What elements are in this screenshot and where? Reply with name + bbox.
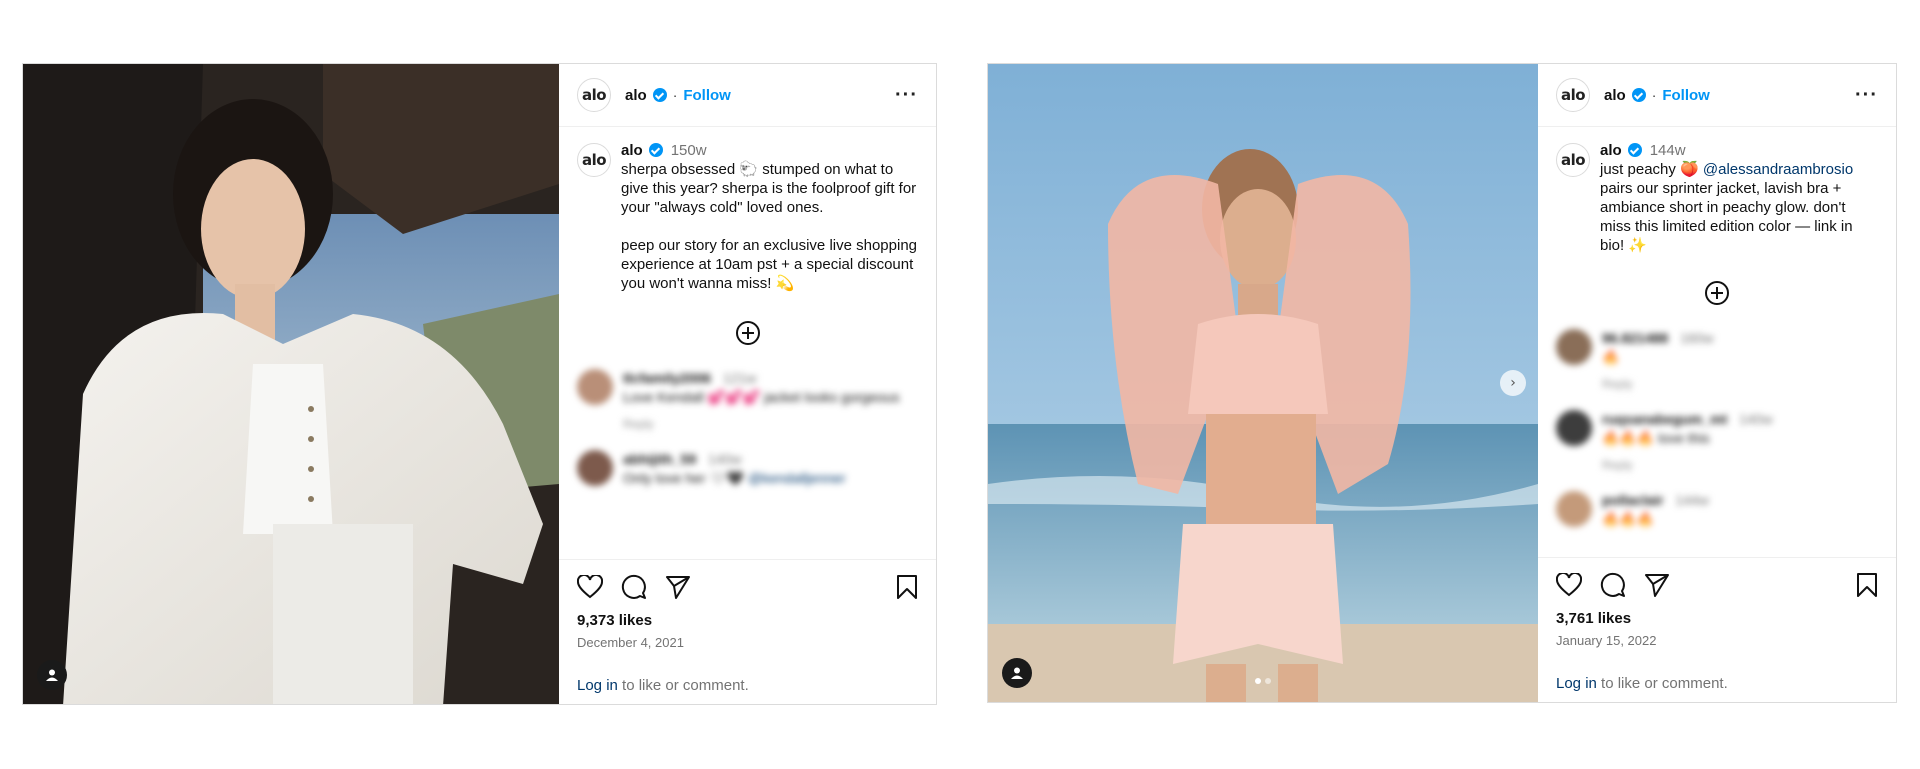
caption-age: 144w (1649, 142, 1686, 159)
caption-avatar[interactable]: alo (577, 143, 611, 177)
carousel-dot (1265, 678, 1271, 684)
follow-button[interactable]: Follow (1662, 87, 1710, 104)
caption: alo alo 150w sherpa obsessed 🐑 stumped on… (577, 141, 918, 293)
verified-badge-icon (1631, 88, 1646, 102)
caption-username[interactable]: alo (621, 142, 643, 159)
likes-count[interactable]: 3,761 likes (1556, 610, 1878, 627)
post-date[interactable]: December 4, 2021 (577, 635, 918, 650)
login-link[interactable]: Log in (1556, 675, 1597, 692)
login-prompt: Log in to like or comment. (577, 677, 749, 694)
instagram-post-2: › alo alo · Follow ··· alo alo 144w just … (987, 63, 1897, 703)
share-icon[interactable] (665, 575, 691, 599)
more-options-icon[interactable]: ··· (1855, 84, 1878, 107)
login-link[interactable]: Log in (577, 677, 618, 694)
post-sidebar: alo alo · Follow ··· alo alo 150w sherpa … (559, 64, 936, 704)
comments-area[interactable]: alo alo 144w just peachy 🍑 @alessandraamb… (1538, 127, 1896, 557)
photo-woman-white-sherpa-jacket (23, 64, 559, 704)
caption-age: 150w (670, 142, 707, 159)
load-more-comments-icon[interactable] (1556, 281, 1878, 305)
caption-text-2: peep our story for an exclusive live sho… (621, 237, 918, 292)
commenter-avatar[interactable] (577, 450, 613, 486)
verified-badge-icon (1627, 143, 1642, 157)
caption-username[interactable]: alo (1600, 142, 1622, 159)
more-options-icon[interactable]: ··· (895, 84, 918, 107)
comment-text: 🔥🔥🔥 love this (1602, 430, 1710, 446)
comment-age: 140w (708, 451, 742, 467)
post-header: alo alo · Follow ··· (1538, 64, 1896, 127)
separator-dot: · (1651, 87, 1657, 103)
reply-button[interactable]: Reply (1602, 456, 1773, 475)
account-name[interactable]: alo (1604, 87, 1626, 104)
verified-badge-icon (652, 88, 667, 102)
caption-text-prefix: just peachy 🍑 (1600, 161, 1703, 178)
carousel-dot (1255, 678, 1261, 684)
verified-badge-icon (648, 143, 663, 157)
comment-icon[interactable] (1600, 572, 1626, 598)
caption: alo alo 144w just peachy 🍑 @alessandraamb… (1556, 141, 1878, 255)
share-icon[interactable] (1644, 573, 1670, 597)
comment-item: 96.821488 160w 🔥 Reply (1556, 329, 1878, 394)
next-image-chevron-icon[interactable]: › (1500, 370, 1526, 396)
commenter-username[interactable]: tlcfamily2006 (623, 370, 711, 386)
post-date[interactable]: January 15, 2022 (1556, 633, 1878, 648)
commenter-avatar[interactable] (1556, 329, 1592, 365)
avatar[interactable]: alo (1556, 78, 1590, 112)
login-prompt: Log in to like or comment. (1556, 675, 1728, 692)
caption-mention[interactable]: @alessandraambrosio (1703, 161, 1853, 178)
comment-mention[interactable]: @kendalljenner (748, 470, 846, 486)
carousel-dots (1255, 678, 1271, 684)
save-bookmark-icon[interactable] (896, 574, 918, 600)
comment-text: 🔥🔥🔥 (1602, 511, 1655, 527)
caption-avatar[interactable]: alo (1556, 143, 1590, 177)
reply-button[interactable]: Reply (623, 415, 899, 434)
follow-button[interactable]: Follow (683, 87, 731, 104)
likes-count[interactable]: 9,373 likes (577, 612, 918, 629)
comment-item: abhijith_59 140w Only love her 🤍🖤 @kenda… (577, 450, 918, 488)
commenter-username[interactable]: ruqsanabegum_mt (1602, 411, 1727, 427)
photo-woman-peach-outfit-beach (988, 64, 1538, 702)
caption-text-rest: pairs our sprinter jacket, lavish bra + … (1600, 180, 1853, 254)
post-image[interactable] (23, 64, 559, 704)
commenter-avatar[interactable] (1556, 491, 1592, 527)
commenter-username[interactable]: pollaclair (1602, 492, 1663, 508)
comment-age: 160w (1680, 330, 1714, 346)
comment-age: 121w (722, 370, 757, 386)
tagged-user-icon[interactable] (1002, 658, 1032, 688)
comment-icon[interactable] (621, 574, 647, 600)
post-image[interactable]: › (988, 64, 1538, 702)
comment-text: Love Kendall 💕💕💕 jacket looks gorgeous (623, 389, 900, 405)
instagram-post-1: alo alo · Follow ··· alo alo 150w sherpa … (22, 63, 937, 705)
save-bookmark-icon[interactable] (1856, 572, 1878, 598)
comment-text: 🔥 (1602, 349, 1620, 365)
comment-age: 144w (1675, 492, 1709, 508)
comment-item: pollaclair 144w 🔥🔥🔥 (1556, 491, 1878, 529)
like-heart-icon[interactable] (1556, 573, 1582, 597)
like-heart-icon[interactable] (577, 575, 603, 599)
comments-area[interactable]: alo alo 150w sherpa obsessed 🐑 stumped on… (559, 127, 936, 559)
caption-text-1: sherpa obsessed 🐑 stumped on what to giv… (621, 161, 917, 216)
comment-item: ruqsanabegum_mt 140w 🔥🔥🔥 love this Reply (1556, 410, 1878, 475)
login-prompt-text: to like or comment. (1596, 675, 1728, 692)
login-prompt-text: to like or comment. (617, 677, 749, 694)
reply-button[interactable]: Reply (1602, 375, 1714, 394)
commenter-avatar[interactable] (1556, 410, 1592, 446)
commenter-username[interactable]: abhijith_59 (623, 451, 696, 467)
post-header: alo alo · Follow ··· (559, 64, 936, 127)
comment-age: 140w (1739, 411, 1773, 427)
load-more-comments-icon[interactable] (577, 321, 918, 345)
account-name[interactable]: alo (625, 87, 647, 104)
comment-item: tlcfamily2006 121w Love Kendall 💕💕💕 jack… (577, 369, 918, 434)
post-sidebar: alo alo · Follow ··· alo alo 144w just pe… (1538, 64, 1896, 702)
commenter-username[interactable]: 96.821488 (1602, 330, 1668, 346)
tagged-user-icon[interactable] (37, 660, 67, 690)
commenter-avatar[interactable] (577, 369, 613, 405)
comment-text: Only love her 🤍🖤 (623, 470, 745, 486)
separator-dot: · (672, 87, 678, 103)
avatar[interactable]: alo (577, 78, 611, 112)
